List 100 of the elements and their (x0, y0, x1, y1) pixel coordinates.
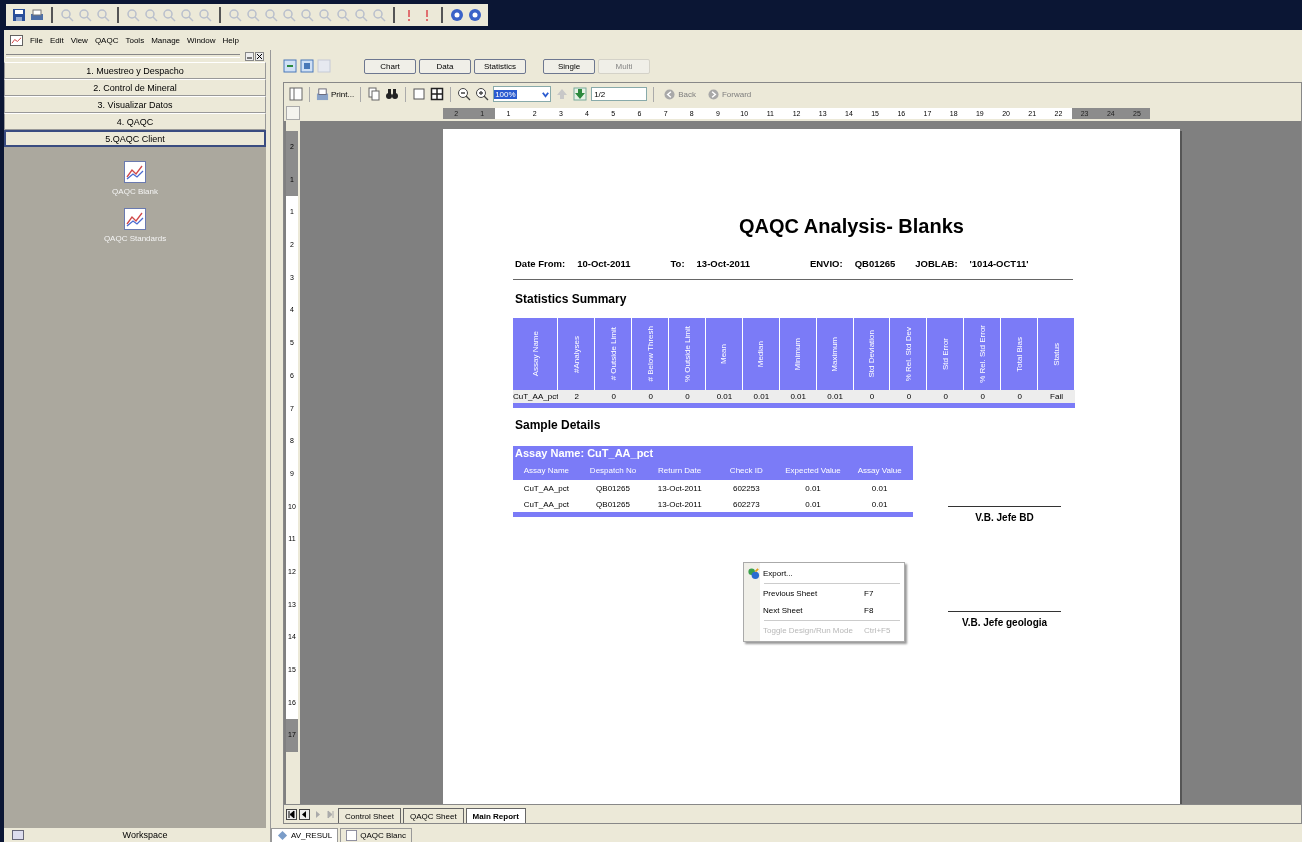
down-arrow-icon[interactable] (573, 87, 588, 101)
column-header: Assay Value (846, 462, 913, 480)
column-header: # Below Thresh (632, 318, 670, 390)
sidebar-section[interactable]: 1. Muestreo y Despacho (4, 62, 266, 79)
toolbar-button[interactable]: Data (419, 58, 471, 74)
sidebar-section[interactable]: 4. QAQC (4, 113, 266, 130)
column-header: Status (1038, 318, 1075, 390)
signature-line: V.B. Jefe geologia (948, 611, 1061, 628)
column-header: Median (742, 318, 780, 390)
column-header: Minimum (779, 318, 817, 390)
signature-line: V.B. Jefe BD (948, 506, 1061, 523)
column-header: Expected Value (779, 462, 847, 480)
grid-icon[interactable] (430, 87, 445, 101)
table-cell: CuT_AA_pct (513, 390, 559, 403)
table-cell: 0.01 (816, 390, 854, 403)
column-header: Check ID (713, 462, 780, 480)
sheet-tab[interactable]: Main Report (465, 808, 526, 823)
layout-icon[interactable] (289, 87, 303, 101)
table-cell-text: 602273 (731, 499, 761, 511)
toolbar-button[interactable]: Statistics (474, 58, 526, 74)
section-title: Statistics Summary (515, 292, 628, 306)
group-header: Assay Name: CuT_AA_pct (513, 446, 913, 462)
forward-icon (707, 88, 719, 100)
column-header: % Outside Limit (669, 318, 706, 390)
table-cell-text: 13-Oct-2011 (656, 499, 703, 511)
field-label: JOBLAB: (915, 258, 958, 269)
menu-item[interactable]: Help (222, 35, 239, 45)
table-cell: 0 (853, 390, 891, 403)
column-header: Assay Name (513, 318, 559, 390)
column-header: Total Bias (1001, 318, 1039, 390)
table-cell-text: 0.01 (870, 483, 889, 495)
menu-item[interactable]: QAQC (94, 35, 119, 45)
export-icon (747, 567, 760, 580)
field-value: QB01265 (854, 258, 896, 269)
menu-item[interactable]: Tools (125, 35, 145, 45)
sheet-tab[interactable]: Control Sheet (338, 808, 401, 823)
window-icon (346, 830, 358, 841)
menu-item[interactable]: File (30, 35, 43, 45)
info-icon[interactable] (468, 8, 482, 22)
menu-item[interactable]: View (70, 35, 88, 45)
chart-icon[interactable] (124, 208, 146, 230)
menu-item[interactable]: Manage (151, 35, 181, 45)
print-button[interactable]: Print... (316, 87, 355, 101)
chart-icon (10, 34, 23, 46)
zoom-out-icon[interactable] (457, 87, 472, 101)
field-value: 10-Oct-2011 (577, 258, 631, 269)
table-cell-text: CuT_AA_pct (522, 499, 570, 511)
window-tab[interactable]: QAQC Blanc (340, 828, 412, 842)
menu-item[interactable]: Export... (744, 565, 904, 582)
column-header: # Outside Limit (595, 318, 633, 390)
column-header: Return Date (646, 462, 713, 480)
menu-item[interactable]: Window (187, 35, 216, 45)
close-icon[interactable] (255, 51, 264, 61)
field-label: Date From: (515, 258, 566, 269)
field-value: '1014-OCT11' (969, 258, 1029, 269)
column-header: % Rel. Std Error (964, 318, 1002, 390)
menu-item[interactable]: Next Sheet F8 (744, 602, 904, 619)
menu-item[interactable]: Previous Sheet F7 (744, 585, 904, 602)
save-icon[interactable] (12, 8, 26, 22)
toolbar-button[interactable]: Chart (364, 58, 416, 74)
field-value: 13-Oct-2011 (696, 258, 750, 269)
table-cell: 0 (595, 390, 633, 403)
workspace-icon (12, 830, 24, 840)
menu-item[interactable]: Edit (49, 35, 64, 45)
column-header: Mean (705, 318, 743, 390)
panel-title: Workspace (121, 829, 169, 841)
report-title: QAQC Analysis- Blanks (738, 215, 965, 238)
zoom-in-icon[interactable] (475, 87, 490, 101)
printer-icon[interactable] (30, 8, 44, 22)
sidebar-section[interactable]: 2. Control de Mineral (4, 79, 266, 96)
page-field[interactable]: 1/2 (591, 87, 648, 101)
window-tab[interactable]: AV_RESUL (271, 828, 339, 842)
column-header: % Rel. Std Dev (890, 318, 928, 390)
table-cell: 0 (632, 390, 670, 403)
table-cell: 0.01 (779, 390, 817, 403)
zoom-dropdown[interactable]: 100% (493, 86, 552, 102)
back-icon (664, 88, 676, 100)
field-label: To: (670, 258, 685, 269)
previous-icon[interactable] (299, 809, 310, 820)
caret-icon[interactable] (541, 89, 551, 99)
last-icon[interactable] (325, 809, 336, 820)
sheet-tab[interactable]: QAQC Sheet (402, 808, 464, 823)
minimize-icon[interactable] (245, 51, 254, 61)
table-cell: 0.01 (742, 390, 780, 403)
table-cell-text: 0.01 (804, 483, 822, 495)
table-cell: Fail (1038, 390, 1075, 403)
column-header: Std Error (927, 318, 965, 390)
sidebar-section[interactable]: 5.QAQC Client (4, 130, 266, 147)
sidebar-section[interactable]: 3. Visualizar Datos (4, 96, 266, 113)
column-header: Assay Name (513, 462, 580, 480)
chart-icon[interactable] (124, 161, 146, 183)
table-cell: 0 (964, 390, 1002, 403)
toolbar-button[interactable]: Single (543, 58, 595, 74)
table-cell-text: 602253 (731, 483, 761, 495)
first-icon[interactable] (286, 809, 297, 820)
binoculars-icon[interactable] (385, 87, 400, 101)
column-header: Std Deviation (853, 318, 891, 390)
table-cell: 2 (558, 390, 596, 403)
table-cell-text: QB01265 (595, 499, 631, 511)
info-icon[interactable] (450, 8, 464, 22)
